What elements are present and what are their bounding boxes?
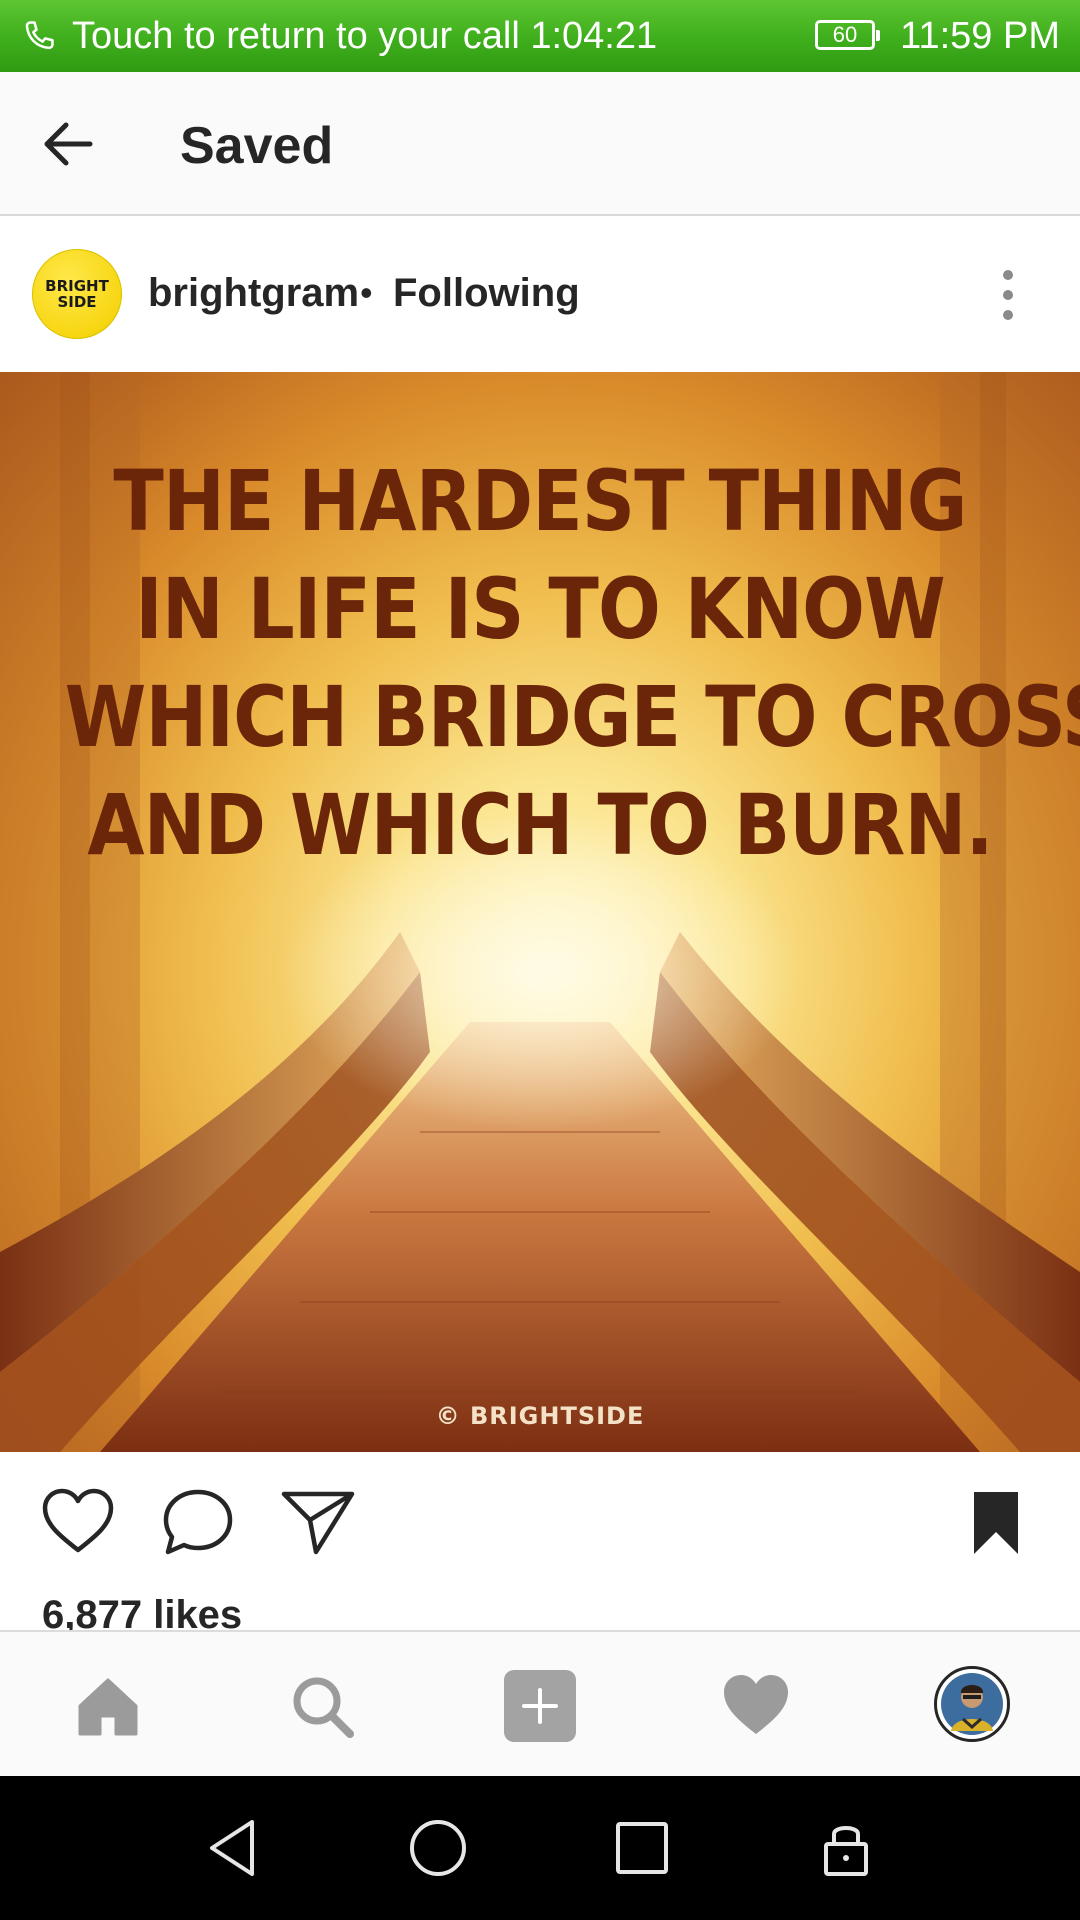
paper-plane-icon[interactable] [280,1486,356,1558]
lock-icon[interactable] [810,1812,882,1884]
quote-line: AND WHICH TO BURN. [87,776,993,874]
system-navigation-bar [0,1776,1080,1920]
return-to-call-text[interactable]: Touch to return to your call 1:04:21 [72,14,657,58]
avatar-logo-text: BRIGHT SIDE [45,277,109,311]
status-time: 11:59 PM [900,15,1060,57]
post-actions [0,1452,1080,1588]
search-icon[interactable] [284,1668,360,1744]
image-watermark: © BRIGHTSIDE [435,1402,645,1430]
quote-line: THE HARDEST THING [113,452,967,550]
home-circle-icon[interactable] [402,1812,474,1884]
app-bar: Saved [0,72,1080,216]
back-triangle-icon[interactable] [198,1812,270,1884]
quote-text: THE HARDEST THING IN LIFE IS TO KNOW WHI… [64,447,1080,879]
profile-photo-icon [941,1673,1003,1735]
bookmark-filled-icon[interactable] [966,1486,1026,1558]
heart-outline-icon[interactable] [40,1486,116,1558]
account-avatar[interactable]: BRIGHT SIDE [32,249,122,339]
more-vertical-icon[interactable] [990,270,1026,320]
separator-dot: • [360,272,373,313]
page-title: Saved [180,117,334,175]
bottom-navigation [0,1630,1080,1776]
recents-square-icon[interactable] [606,1812,678,1884]
username[interactable]: brightgram [148,268,359,318]
quote-line: IN LIFE IS TO KNOW [135,560,945,658]
quote-line: WHICH BRIDGE TO CROSS [64,668,1080,766]
comment-bubble-icon[interactable] [160,1486,236,1558]
following-status[interactable]: Following [393,268,580,318]
battery-indicator: 60 [815,20,880,50]
home-icon[interactable] [70,1668,146,1744]
status-bar[interactable]: Touch to return to your call 1:04:21 60 … [0,0,1080,72]
phone-icon [25,21,54,50]
arrow-left-icon[interactable] [36,112,100,176]
activity-heart-icon[interactable] [718,1668,794,1744]
post-image[interactable]: THE HARDEST THING IN LIFE IS TO KNOW WHI… [0,372,1080,1452]
add-post-icon[interactable] [502,1668,578,1744]
post-header: BRIGHT SIDE brightgram • Following [0,216,1080,373]
profile-avatar[interactable] [934,1666,1010,1742]
